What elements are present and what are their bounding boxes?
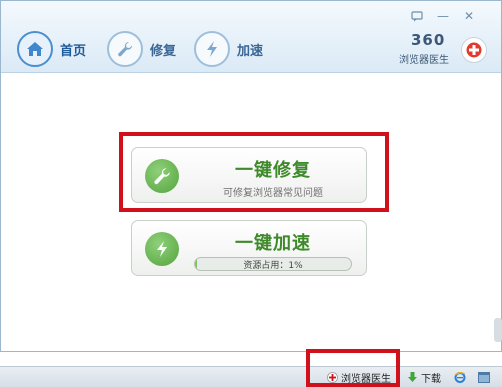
tab-repair-label: 修复: [150, 43, 177, 59]
brand-logo: 360 浏览器医生: [399, 31, 487, 67]
tab-home[interactable]: 首页: [17, 29, 86, 69]
browser-doctor-window: 首页 修复 加速 — ✕ 360 浏览器医生 一键修复 可修复浏览器常见问题 一…: [0, 0, 502, 352]
speedup-title: 一键加速: [235, 233, 311, 254]
scrollbar-fragment: [494, 318, 502, 342]
resource-usage-bar: 资源占用：1%: [194, 257, 352, 271]
lightning-icon: [145, 232, 179, 266]
one-click-speedup-button[interactable]: 一键加速 资源占用：1%: [131, 220, 367, 276]
minimize-icon: —: [437, 9, 449, 23]
status-bar: 浏览器医生 下载: [0, 352, 502, 387]
taskbar-highlight-frame: [306, 349, 400, 387]
close-icon: ✕: [463, 9, 475, 23]
tab-home-label: 首页: [60, 43, 87, 59]
resource-usage-text: 资源占用：1%: [243, 260, 303, 271]
window-taskbar-button[interactable]: [478, 369, 493, 385]
download-taskbar-button[interactable]: 下载: [406, 369, 441, 385]
download-label: 下载: [421, 373, 441, 385]
tab-speedup-label: 加速: [237, 43, 264, 59]
download-arrow-icon: [406, 371, 418, 383]
window-icon: [478, 371, 490, 383]
tab-speedup[interactable]: 加速: [194, 29, 263, 69]
feedback-icon: [411, 10, 423, 21]
repair-highlight-frame: [119, 132, 389, 212]
ie-taskbar-button[interactable]: [454, 369, 469, 385]
close-button[interactable]: ✕: [459, 8, 479, 24]
window-header: 首页 修复 加速 — ✕ 360 浏览器医生: [1, 1, 501, 73]
red-cross-icon: [461, 37, 487, 63]
lightning-icon: [194, 31, 230, 67]
minimize-button[interactable]: —: [433, 8, 453, 24]
ie-icon: [454, 371, 466, 383]
tab-repair[interactable]: 修复: [107, 29, 176, 69]
wrench-icon: [107, 31, 143, 67]
home-icon: [17, 31, 53, 67]
brand-name: 浏览器医生: [399, 55, 449, 66]
brand-number: 360: [411, 31, 446, 49]
feedback-button[interactable]: [407, 8, 427, 24]
